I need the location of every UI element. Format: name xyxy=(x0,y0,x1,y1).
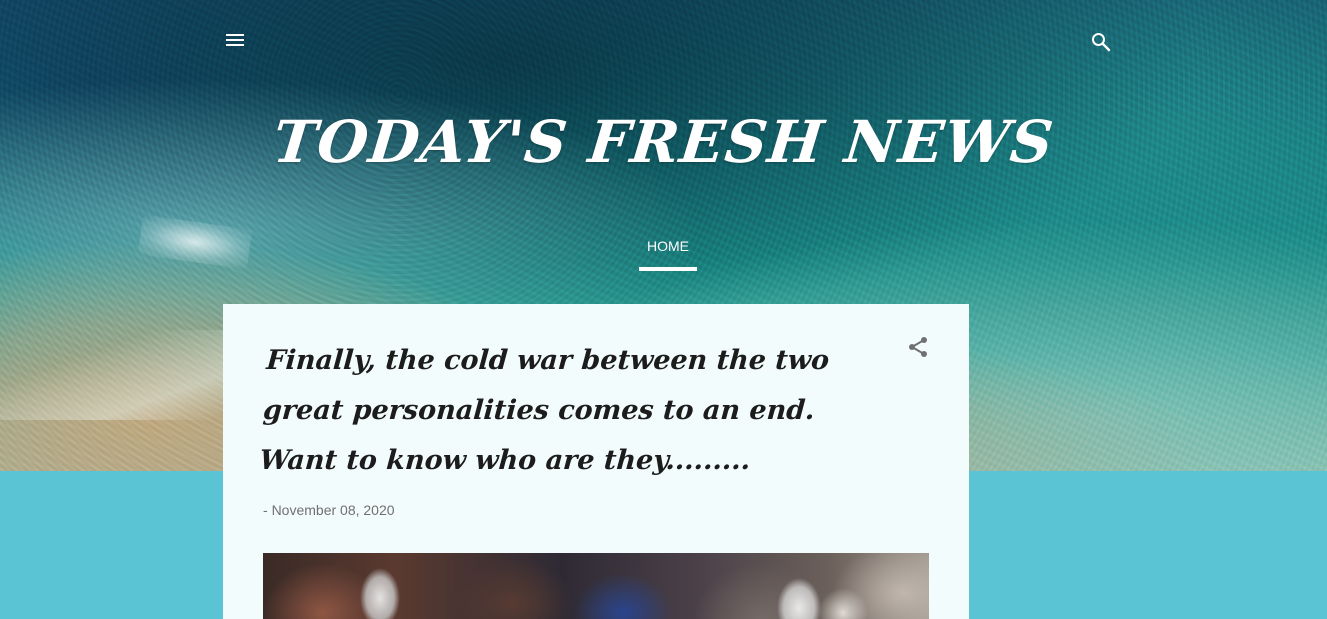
site-title[interactable]: TODAY'S FRESH NEWS xyxy=(0,108,1327,176)
search-icon[interactable] xyxy=(1089,30,1113,54)
post-date-link[interactable]: November 08, 2020 xyxy=(272,502,395,518)
post-date: - November 08, 2020 xyxy=(263,502,395,518)
post-title[interactable]: Finally, the cold war between the two gr… xyxy=(258,336,868,486)
share-icon[interactable] xyxy=(906,335,930,359)
nav-item-home[interactable]: HOME xyxy=(639,238,697,254)
post-card: Finally, the cold war between the two gr… xyxy=(223,304,969,619)
post-featured-image[interactable] xyxy=(263,553,929,619)
post-date-prefix: - xyxy=(263,502,268,518)
nav-active-indicator xyxy=(639,267,697,271)
hamburger-menu-icon[interactable] xyxy=(223,28,247,52)
